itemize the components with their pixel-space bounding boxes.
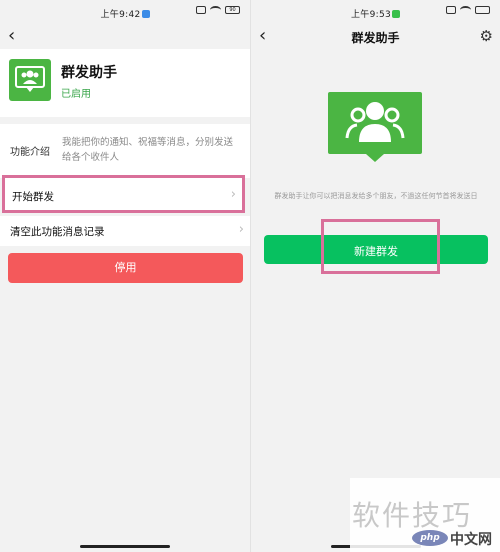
app-info-card: 群发助手 已启用 xyxy=(0,49,250,117)
disable-button[interactable]: 停用 xyxy=(8,253,243,283)
chevron-right-icon: › xyxy=(238,222,244,237)
gear-icon[interactable]: ⚙ xyxy=(480,27,493,45)
chevron-right-icon: › xyxy=(230,187,236,202)
status-time: 上午9:53 xyxy=(350,10,391,20)
camera-icon xyxy=(196,6,206,14)
right-screen: 上午9:53 ‹ 群发助手 ⚙ 群发助手让你可以把消息发给多个朋友，不過这任何节… xyxy=(250,0,500,552)
notification-badge-icon xyxy=(392,10,400,18)
clear-history-row[interactable]: 清空此功能消息记录 › xyxy=(0,216,250,246)
start-mass-send-label: 开始群发 xyxy=(12,191,54,203)
mass-send-app-icon xyxy=(9,59,51,101)
left-screen: 上午9:42 90 ‹ 群发助手 已启用 功能介绍 我能把你的通知、祝福等消息，… xyxy=(0,0,250,552)
mass-send-large-icon xyxy=(328,92,422,162)
feature-intro-text: 我能把你的通知、祝福等消息，分别发送给各个收件人 xyxy=(62,137,234,163)
feature-description: 群发助手让你可以把消息发给多个朋友，不過这任何节首将发送日 xyxy=(274,192,478,200)
battery-icon: 90 xyxy=(225,6,240,14)
clear-history-label: 清空此功能消息记录 xyxy=(10,226,105,238)
home-indicator xyxy=(80,545,170,548)
nav-bar: ‹ 群发助手 ⚙ xyxy=(251,26,500,48)
status-time: 上午9:42 xyxy=(100,10,141,20)
battery-icon xyxy=(475,6,490,14)
nav-bar: ‹ xyxy=(0,26,250,48)
notification-badge-icon xyxy=(141,10,150,18)
feature-intro-label: 功能介绍 xyxy=(10,147,50,158)
status-bar: 上午9:42 90 xyxy=(0,0,250,26)
back-icon[interactable]: ‹ xyxy=(8,26,15,46)
page-title: 群发助手 xyxy=(351,31,400,45)
highlight-box xyxy=(321,219,440,274)
feature-intro-row: 功能介绍 我能把你的通知、祝福等消息，分别发送给各个收件人 xyxy=(0,124,250,178)
wifi-icon xyxy=(210,6,221,14)
start-mass-send-row[interactable]: 开始群发 › xyxy=(2,175,245,213)
watermark-logo: php 中文网 xyxy=(412,528,500,550)
app-name: 群发助手 xyxy=(61,65,117,81)
status-bar: 上午9:53 xyxy=(251,0,500,26)
wifi-icon xyxy=(460,6,471,14)
app-status: 已启用 xyxy=(61,89,91,100)
logo-text: 中文网 xyxy=(450,532,492,548)
camera-icon xyxy=(446,6,456,14)
php-logo: php xyxy=(412,530,448,546)
